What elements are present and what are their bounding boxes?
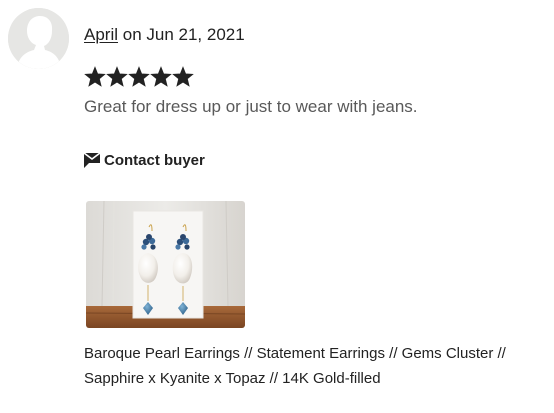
message-icon [84,153,100,168]
product-image[interactable] [86,201,245,328]
product-title-link[interactable]: Baroque Pearl Earrings // Statement Earr… [84,341,544,391]
star-rating [84,66,194,90]
contact-buyer-button[interactable]: Contact buyer [84,152,205,169]
star-icon [150,66,172,87]
review-header: April on Jun 21, 2021 [84,24,245,46]
star-icon [106,66,128,87]
earrings-photo [86,201,245,328]
star-icon [84,66,106,87]
review-text: Great for dress up or just to wear with … [84,97,418,116]
reviewer-avatar[interactable] [8,8,69,69]
reviewer-name-link[interactable]: April [84,25,118,44]
default-avatar-icon [8,8,69,69]
star-icon [172,66,194,87]
star-icon [128,66,150,87]
review-date: on Jun 21, 2021 [118,25,245,44]
contact-buyer-label: Contact buyer [104,152,205,169]
